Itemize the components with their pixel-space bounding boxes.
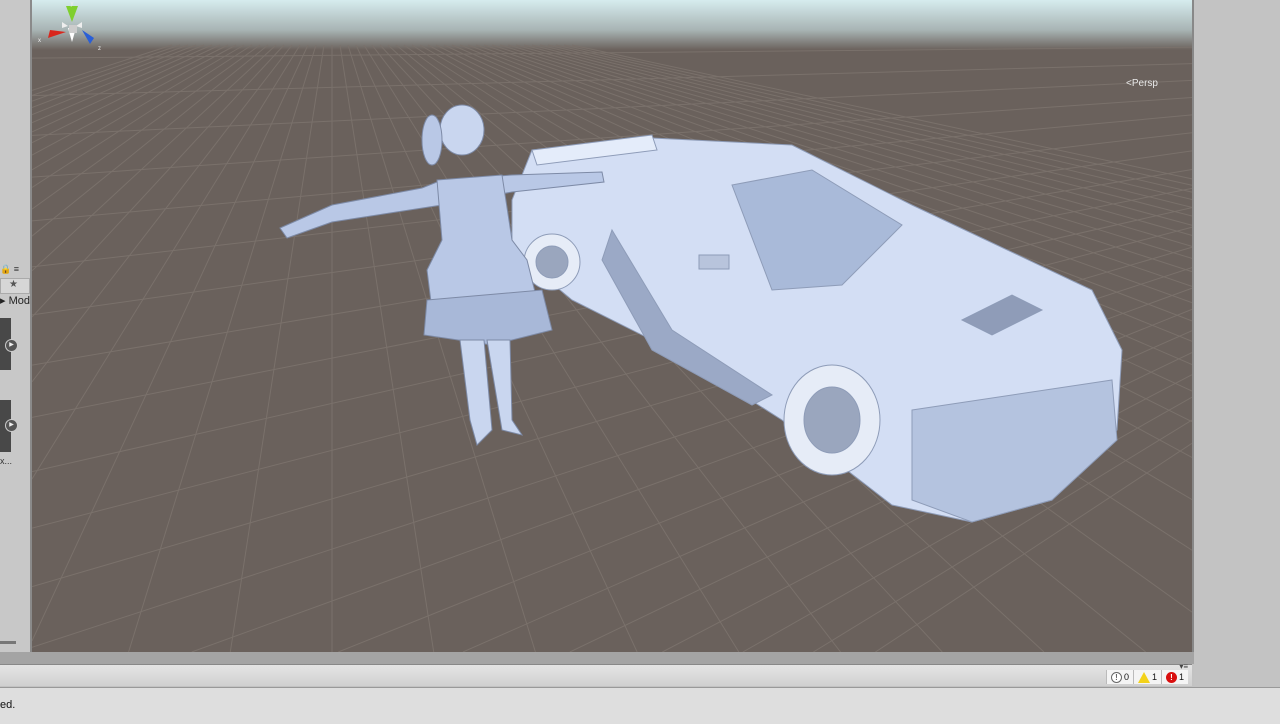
sky bbox=[32, 0, 1192, 50]
warning-toggle[interactable]: 1 bbox=[1132, 670, 1161, 684]
x-axis-cone[interactable] bbox=[48, 30, 66, 38]
axis-gizmo[interactable]: y x z bbox=[32, 0, 112, 60]
error-toggle[interactable]: ! 1 bbox=[1160, 670, 1188, 684]
neg-x-cone[interactable] bbox=[62, 22, 68, 28]
menu-icon[interactable]: ≡ bbox=[14, 264, 19, 274]
right-panel bbox=[1194, 0, 1280, 686]
panel-divider[interactable] bbox=[0, 652, 1194, 664]
status-bar[interactable]: ed. bbox=[0, 687, 1280, 724]
grid-line bbox=[32, 44, 285, 318]
car-model[interactable] bbox=[511, 134, 1123, 523]
info-icon: ! bbox=[1110, 671, 1122, 683]
y-axis-cone[interactable] bbox=[66, 6, 78, 22]
lock-icon[interactable]: 🔒 bbox=[0, 264, 11, 274]
error-icon: ! bbox=[1165, 671, 1177, 683]
scene-view[interactable]: y x z <Persp bbox=[32, 0, 1194, 652]
star-icon[interactable]: ★ bbox=[9, 279, 18, 290]
asset-label: x... bbox=[0, 456, 13, 466]
favorites-row: ★ bbox=[0, 278, 30, 294]
z-axis-cone[interactable] bbox=[82, 30, 94, 44]
grid-line bbox=[32, 44, 309, 642]
grid-line bbox=[32, 44, 237, 156]
info-toggle[interactable]: ! 0 bbox=[1105, 670, 1133, 684]
models-label[interactable]: ▸ Mod bbox=[0, 294, 30, 307]
grid-line bbox=[32, 44, 261, 210]
projection-toggle[interactable]: <Persp bbox=[1126, 78, 1158, 89]
y-axis-label: y bbox=[71, 1, 74, 7]
left-panel: 🔒 ≡ ★ ▸ Mod ▶ ▶ x... bbox=[0, 0, 32, 652]
panel-toolbar: 🔒 ≡ bbox=[0, 264, 30, 278]
scrollbar[interactable] bbox=[0, 641, 16, 644]
x-axis-label: x bbox=[38, 38, 41, 44]
play-icon[interactable]: ▶ bbox=[5, 419, 18, 432]
center-cube[interactable] bbox=[69, 25, 77, 33]
warning-icon bbox=[1137, 671, 1150, 683]
grid-line bbox=[32, 44, 245, 171]
console-toolbar: ▾≡ ! 0 1 ! 1 bbox=[0, 662, 1192, 686]
play-icon[interactable]: ▶ bbox=[5, 339, 18, 352]
z-axis-label: z bbox=[98, 46, 101, 52]
scene-canvas[interactable] bbox=[32, 0, 1192, 652]
grid-line bbox=[32, 44, 293, 383]
status-message: ed. bbox=[0, 699, 16, 711]
